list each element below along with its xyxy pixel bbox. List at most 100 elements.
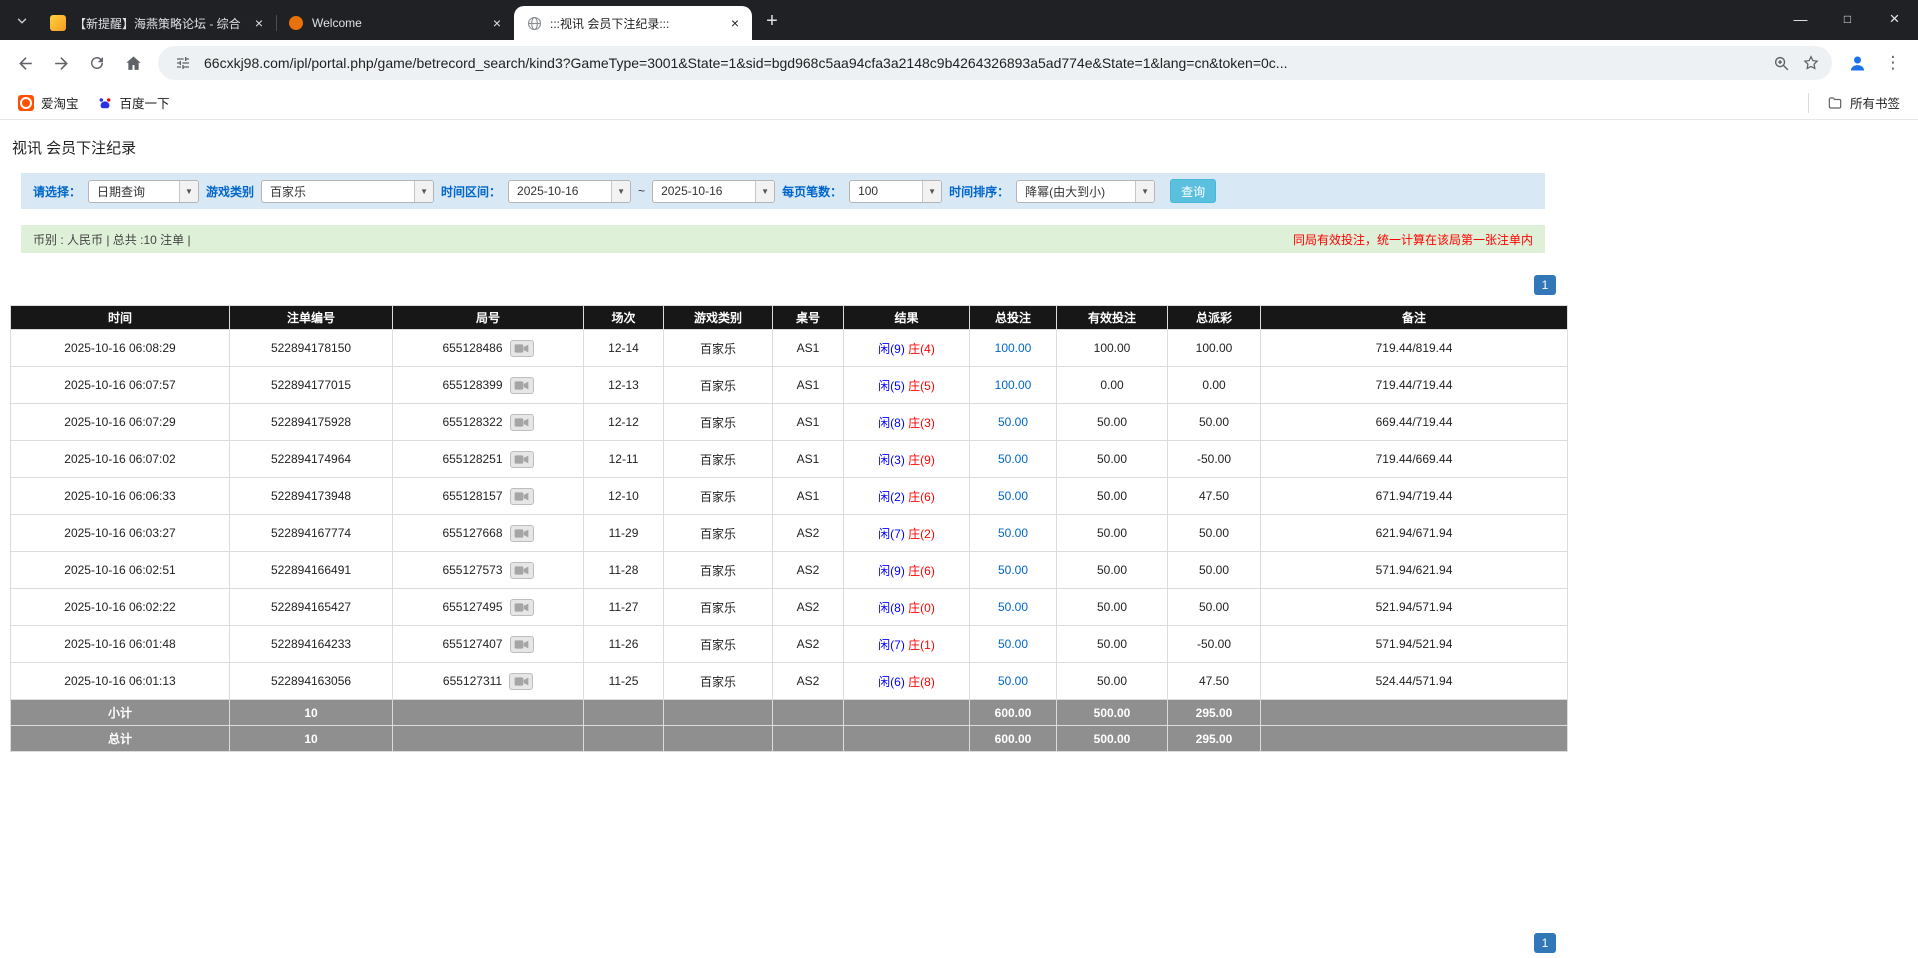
total-bet-link[interactable]: 50.00 <box>998 674 1028 688</box>
cell-table-no: AS1 <box>773 478 843 514</box>
browser-tab-welcome[interactable]: Welcome × <box>276 6 514 40</box>
bookmark-aitaobao[interactable]: 爱淘宝 <box>10 89 87 116</box>
banker-result: 庄(1) <box>908 638 935 652</box>
query-type-value: 日期查询 <box>89 181 179 202</box>
pagination-page-1[interactable]: 1 <box>1534 933 1556 953</box>
cell-total-bet: 50.00 <box>970 552 1056 588</box>
date-from-select[interactable]: 2025-10-16 ▼ <box>508 180 631 203</box>
cell-valid-bet: 50.00 <box>1057 404 1167 440</box>
round-number: 655128322 <box>442 415 502 429</box>
total-bet-link[interactable]: 50.00 <box>998 563 1028 577</box>
player-result: 闲(9) <box>878 342 905 356</box>
chevron-down-icon[interactable]: ▼ <box>179 181 198 202</box>
video-replay-icon[interactable] <box>510 377 534 394</box>
tab-list-chevron-icon[interactable] <box>8 7 36 35</box>
chevron-down-icon[interactable]: ▼ <box>922 181 941 202</box>
cell-total-bet: 100.00 <box>970 367 1056 403</box>
all-bookmarks-button[interactable]: 所有书签 <box>1819 89 1908 116</box>
reload-button[interactable] <box>80 46 114 80</box>
subtotal-payout: 295.00 <box>1168 700 1260 725</box>
date-to-select[interactable]: 2025-10-16 ▼ <box>652 180 775 203</box>
tab-close-icon[interactable]: × <box>250 14 268 32</box>
cell-valid-bet: 50.00 <box>1057 626 1167 662</box>
cell-payout: 47.50 <box>1168 478 1260 514</box>
total-bet-link[interactable]: 50.00 <box>998 452 1028 466</box>
cell-session: 11-29 <box>584 515 663 551</box>
cell-result: 闲(6) 庄(8) <box>844 663 969 699</box>
tab-title: :::视讯 会员下注纪录::: <box>550 15 718 32</box>
minimize-button[interactable]: — <box>1777 0 1824 38</box>
chevron-down-icon[interactable]: ▼ <box>755 181 774 202</box>
video-replay-icon[interactable] <box>510 340 534 357</box>
video-replay-icon[interactable] <box>510 451 534 468</box>
video-replay-icon[interactable] <box>510 562 534 579</box>
chevron-down-icon[interactable]: ▼ <box>414 181 433 202</box>
cell-valid-bet: 50.00 <box>1057 552 1167 588</box>
menu-kebab-icon[interactable]: ⋮ <box>1876 46 1910 80</box>
all-bookmarks-label: 所有书签 <box>1850 93 1900 112</box>
search-button[interactable]: 查询 <box>1170 179 1216 203</box>
video-replay-icon[interactable] <box>510 414 534 431</box>
video-replay-icon[interactable] <box>509 673 533 690</box>
total-bet-link[interactable]: 50.00 <box>998 526 1028 540</box>
query-type-select[interactable]: 日期查询 ▼ <box>88 180 199 203</box>
tab-close-icon[interactable]: × <box>488 14 506 32</box>
total-bet-link[interactable]: 50.00 <box>998 637 1028 651</box>
pagination-bottom: 1 <box>10 933 1556 953</box>
table-row: 2025-10-16 06:06:33522894173948655128157… <box>11 478 1567 514</box>
back-button[interactable] <box>8 46 42 80</box>
cell-valid-bet: 50.00 <box>1057 441 1167 477</box>
total-bet-link[interactable]: 50.00 <box>998 415 1028 429</box>
total-total-bet: 600.00 <box>970 726 1056 751</box>
video-replay-icon[interactable] <box>510 488 534 505</box>
sort-order-select[interactable]: 降幂(由大到小) ▼ <box>1016 180 1155 203</box>
forward-button[interactable] <box>44 46 78 80</box>
subtotal-label: 小计 <box>11 700 229 725</box>
browser-tab-betrecord[interactable]: :::视讯 会员下注纪录::: × <box>514 6 752 40</box>
banker-result: 庄(8) <box>908 675 935 689</box>
new-tab-button[interactable]: + <box>758 7 786 35</box>
maximize-button[interactable]: □ <box>1824 0 1871 38</box>
video-replay-icon[interactable] <box>510 636 534 653</box>
bookmark-baidu[interactable]: 百度一下 <box>89 89 178 116</box>
cell-table-no: AS2 <box>773 515 843 551</box>
chevron-down-icon[interactable]: ▼ <box>611 181 630 202</box>
total-bet-link[interactable]: 100.00 <box>995 378 1032 392</box>
address-bar[interactable]: 66cxkj98.com/ipl/portal.php/game/betreco… <box>158 46 1832 80</box>
round-number: 655127573 <box>442 563 502 577</box>
page-size-select[interactable]: 100 ▼ <box>849 180 942 203</box>
url-text: 66cxkj98.com/ipl/portal.php/game/betreco… <box>204 55 1766 71</box>
total-bet-link[interactable]: 50.00 <box>998 489 1028 503</box>
pagination-top: 1 <box>10 275 1556 295</box>
query-type-label: 请选择： <box>33 183 81 200</box>
close-window-button[interactable]: × <box>1871 0 1918 38</box>
cell-note: 571.94/521.94 <box>1261 626 1567 662</box>
zoom-icon[interactable] <box>1766 48 1796 78</box>
video-replay-icon[interactable] <box>510 525 534 542</box>
cell-note: 524.44/571.94 <box>1261 663 1567 699</box>
cell-round: 655128322 <box>393 404 583 440</box>
total-count: 10 <box>230 726 392 751</box>
pagination-page-1[interactable]: 1 <box>1534 275 1556 295</box>
player-result: 闲(6) <box>878 675 905 689</box>
game-type-select[interactable]: 百家乐 ▼ <box>261 180 434 203</box>
tab-close-icon[interactable]: × <box>726 14 744 32</box>
browser-tab-forum[interactable]: 【新提醒】海燕策略论坛 - 综合 × <box>38 6 276 40</box>
total-bet-link[interactable]: 50.00 <box>998 600 1028 614</box>
total-row: 总计 10 600.00 500.00 295.00 <box>11 726 1567 751</box>
cell-round: 655128399 <box>393 367 583 403</box>
site-settings-icon[interactable] <box>170 50 196 76</box>
sort-order-label: 时间排序： <box>949 183 1009 200</box>
video-replay-icon[interactable] <box>510 599 534 616</box>
table-row: 2025-10-16 06:07:57522894177015655128399… <box>11 367 1567 403</box>
chevron-down-icon[interactable]: ▼ <box>1135 181 1154 202</box>
profile-icon[interactable] <box>1840 46 1874 80</box>
cell-session: 11-26 <box>584 626 663 662</box>
home-button[interactable] <box>116 46 150 80</box>
cell-bet-id: 522894175928 <box>230 404 392 440</box>
bookmark-star-icon[interactable] <box>1796 48 1826 78</box>
cell-game-type: 百家乐 <box>664 441 772 477</box>
total-bet-link[interactable]: 100.00 <box>995 341 1032 355</box>
cell-note: 719.44/669.44 <box>1261 441 1567 477</box>
welcome-favicon <box>288 15 304 31</box>
